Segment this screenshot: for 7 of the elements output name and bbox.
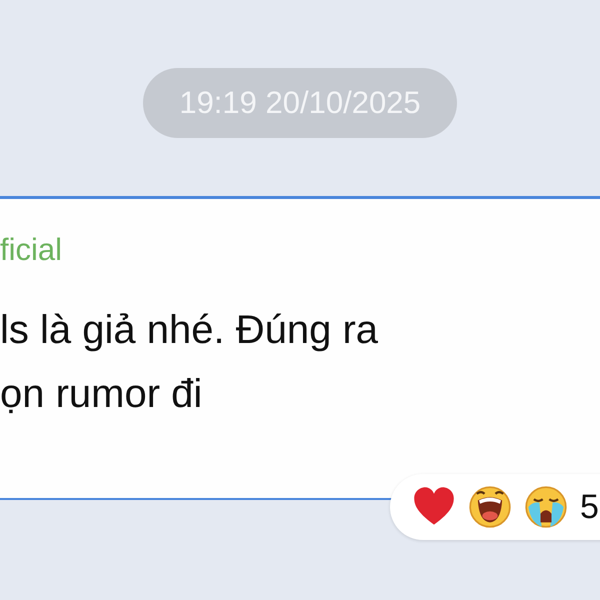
laughing-face-icon: [468, 485, 512, 529]
message-text: ọn rumor đi: [0, 371, 204, 418]
reaction-count: 5: [580, 488, 599, 526]
reactions-bar[interactable]: 5: [390, 474, 600, 540]
sender-name: ficial: [0, 231, 64, 268]
crying-face-icon: [524, 485, 568, 529]
message-text: ls là giả nhé. Đúng ra: [0, 307, 380, 354]
